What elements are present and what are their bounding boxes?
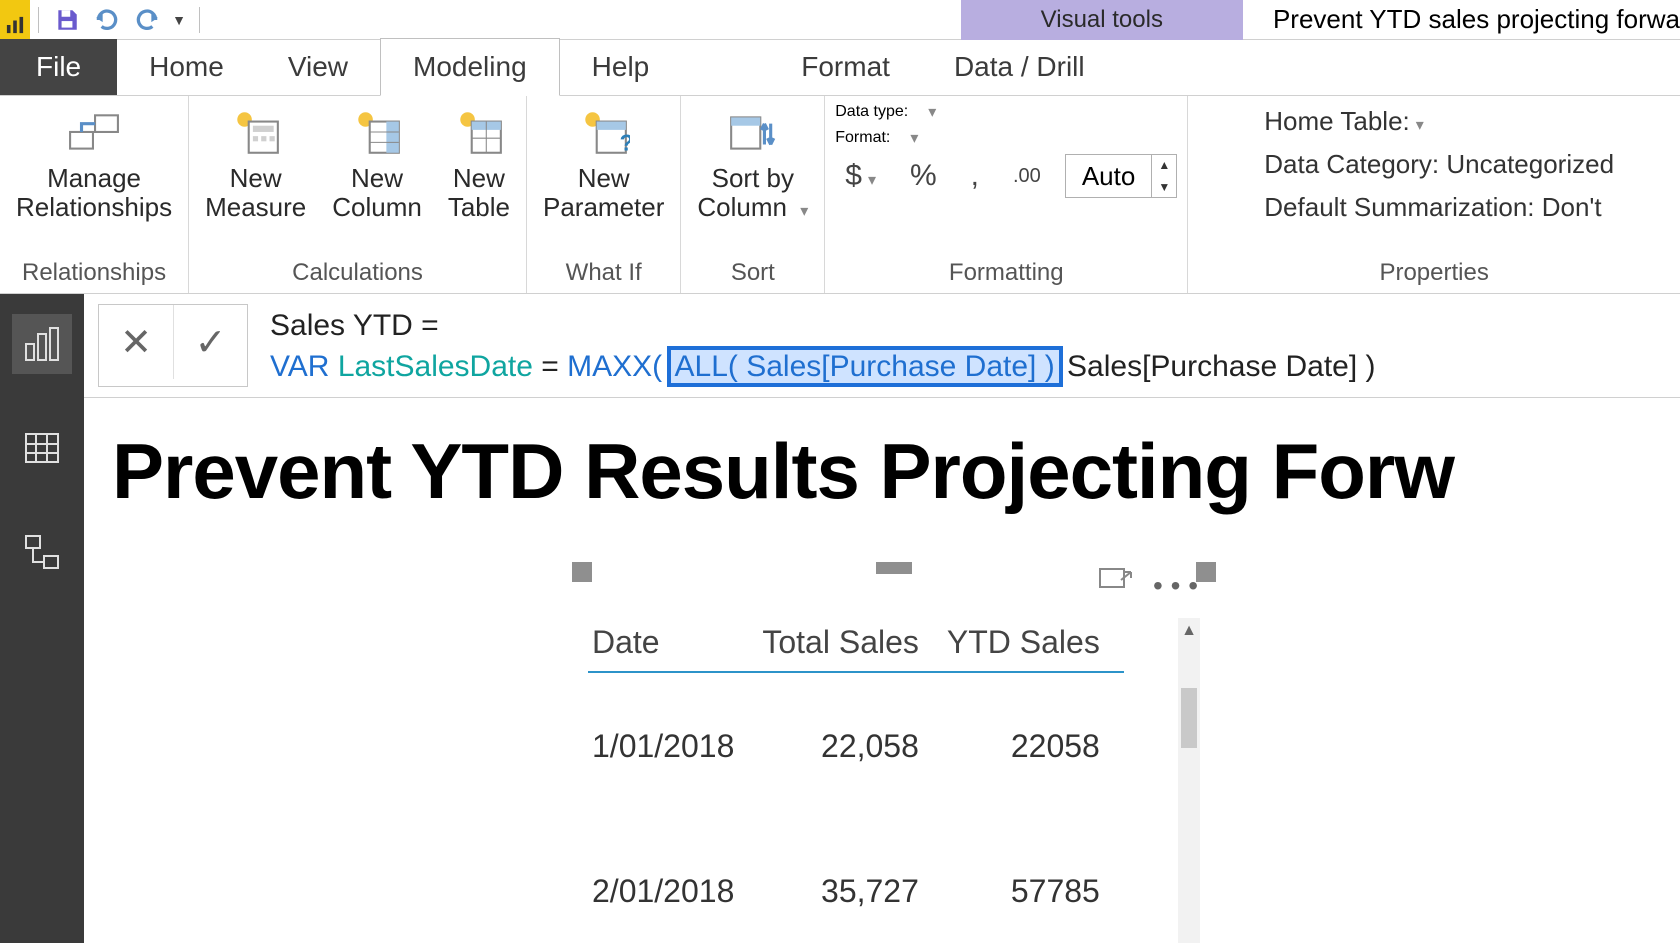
ribbon-tabs: File Home View Modeling Help Format Data… bbox=[0, 40, 1680, 96]
data-type-dropdown[interactable]: Data type: ▾ bbox=[835, 102, 936, 122]
separator bbox=[199, 7, 200, 33]
label: New Table bbox=[448, 164, 510, 221]
manage-relationships-button[interactable]: Manage Relationships bbox=[10, 102, 178, 225]
label: New Column bbox=[332, 164, 422, 221]
contextual-tab-label: Visual tools bbox=[961, 0, 1243, 40]
formula-bar: ✕ ✓ Sales YTD = VAR LastSalesDate = MAXX… bbox=[84, 294, 1680, 398]
chevron-down-icon: ▾ bbox=[910, 128, 918, 148]
label: Manage Relationships bbox=[16, 164, 172, 221]
scroll-thumb[interactable] bbox=[1181, 688, 1197, 748]
report-canvas[interactable]: ✕ ✓ Sales YTD = VAR LastSalesDate = MAXX… bbox=[84, 294, 1680, 943]
svg-text:?: ? bbox=[619, 130, 629, 156]
measure-icon bbox=[226, 106, 286, 160]
formula-cancel-button[interactable]: ✕ bbox=[99, 305, 173, 379]
group-label: What If bbox=[566, 255, 642, 291]
sort-icon bbox=[723, 106, 783, 160]
relationships-icon bbox=[64, 106, 124, 160]
resize-handle[interactable] bbox=[876, 562, 912, 574]
group-properties: Home Table: ▾ Data Category: Uncategorize… bbox=[1188, 96, 1680, 293]
decimal-places-stepper[interactable]: Auto ▲▼ bbox=[1065, 154, 1178, 198]
data-category-dropdown[interactable]: Data Category: Uncategorized bbox=[1264, 149, 1614, 180]
label: Home Table: bbox=[1264, 106, 1410, 136]
column-icon bbox=[347, 106, 407, 160]
spinner-down[interactable]: ▼ bbox=[1152, 176, 1176, 198]
page-title: Prevent YTD Results Projecting Forw bbox=[84, 398, 1680, 517]
formula-line-2: VAR LastSalesDate = MAXX( ALL( Sales[Pur… bbox=[270, 347, 1670, 388]
group-relationships: Manage Relationships Relationships bbox=[0, 96, 189, 293]
tab-help[interactable]: Help bbox=[560, 39, 682, 95]
currency-button[interactable]: $▾ bbox=[835, 159, 886, 193]
decimals-button[interactable]: .00 bbox=[1003, 165, 1051, 188]
separator bbox=[38, 7, 39, 33]
group-whatif: ? New Parameter What If bbox=[527, 96, 681, 293]
tab-modeling[interactable]: Modeling bbox=[380, 38, 560, 96]
group-formatting: Data type:▾ Format:▾ $▾ % , .00 Auto ▲▼ … bbox=[825, 96, 1188, 293]
spinner-up[interactable]: ▲ bbox=[1152, 154, 1176, 176]
tab-data-drill[interactable]: Data / Drill bbox=[922, 39, 1117, 95]
data-table: Date Total Sales YTD Sales 1/01/2018 22,… bbox=[588, 618, 1124, 943]
percent-button[interactable]: % bbox=[900, 159, 947, 193]
focus-mode-button[interactable] bbox=[1099, 568, 1133, 603]
group-sort: Sort by Column ▾ Sort bbox=[681, 96, 825, 293]
sort-by-column-button[interactable]: Sort by Column ▾ bbox=[691, 102, 814, 225]
tab-format[interactable]: Format bbox=[769, 39, 922, 95]
app-icon bbox=[0, 0, 30, 40]
model-view-button[interactable] bbox=[12, 522, 72, 582]
label: New Measure bbox=[205, 164, 306, 221]
formula-highlight: ALL( Sales[Purchase Date] ) bbox=[671, 350, 1059, 383]
group-label: Calculations bbox=[292, 255, 423, 291]
group-calculations: New Measure New Column New Table Calcula… bbox=[189, 96, 527, 293]
quick-access-toolbar: ▼ Visual tools Prevent YTD sales project… bbox=[0, 0, 1680, 40]
table-row[interactable]: 1/01/2018 22,058 22058 bbox=[588, 672, 1124, 819]
table-row[interactable]: 2/01/2018 35,727 57785 bbox=[588, 819, 1124, 943]
group-label: Properties bbox=[1379, 255, 1488, 291]
save-button[interactable] bbox=[47, 0, 87, 40]
new-table-button[interactable]: New Table bbox=[442, 102, 516, 225]
chevron-down-icon: ▾ bbox=[800, 203, 808, 220]
col-header-total-sales[interactable]: Total Sales bbox=[758, 618, 943, 672]
col-header-ytd-sales[interactable]: YTD Sales bbox=[943, 618, 1124, 672]
format-dropdown[interactable]: Format: ▾ bbox=[835, 128, 918, 148]
label: Format: bbox=[835, 129, 890, 147]
label: Sort by Column ▾ bbox=[697, 164, 808, 221]
parameter-icon: ? bbox=[574, 106, 634, 160]
new-column-button[interactable]: New Column bbox=[326, 102, 428, 225]
formula-input[interactable]: Sales YTD = VAR LastSalesDate = MAXX( AL… bbox=[260, 294, 1680, 397]
formula-line-1: Sales YTD = bbox=[270, 306, 1670, 347]
redo-button[interactable] bbox=[127, 0, 167, 40]
resize-handle[interactable] bbox=[572, 562, 592, 582]
thousand-separator-button[interactable]: , bbox=[961, 159, 989, 193]
new-measure-button[interactable]: New Measure bbox=[199, 102, 312, 225]
label: New Parameter bbox=[543, 164, 664, 221]
label: Data type: bbox=[835, 103, 908, 121]
default-summarization-dropdown[interactable]: Default Summarization: Don't bbox=[1264, 192, 1601, 223]
chevron-down-icon: ▾ bbox=[928, 102, 936, 122]
undo-button[interactable] bbox=[87, 0, 127, 40]
document-title: Prevent YTD sales projecting forwa bbox=[1273, 4, 1680, 35]
table-visual[interactable]: • • • Date Total Sales YTD Sales 1/01/20… bbox=[574, 564, 1214, 943]
qat-customize-dropdown[interactable]: ▼ bbox=[167, 0, 191, 40]
data-view-button[interactable] bbox=[12, 418, 72, 478]
report-view-button[interactable] bbox=[12, 314, 72, 374]
col-header-date[interactable]: Date bbox=[588, 618, 758, 672]
ribbon: Manage Relationships Relationships New M… bbox=[0, 96, 1680, 294]
value: Auto bbox=[1066, 161, 1152, 192]
scrollbar[interactable]: ▲ bbox=[1178, 618, 1200, 943]
tab-view[interactable]: View bbox=[256, 39, 380, 95]
resize-handle[interactable] bbox=[1196, 562, 1216, 582]
group-label: Relationships bbox=[22, 255, 166, 291]
new-parameter-button[interactable]: ? New Parameter bbox=[537, 102, 670, 225]
group-label: Sort bbox=[731, 255, 775, 291]
view-rail bbox=[0, 294, 84, 943]
chevron-down-icon: ▾ bbox=[1416, 117, 1424, 134]
more-options-button[interactable]: • • • bbox=[1153, 570, 1198, 602]
tab-file[interactable]: File bbox=[0, 39, 117, 95]
group-label: Formatting bbox=[949, 255, 1064, 291]
scroll-up-button[interactable]: ▲ bbox=[1178, 618, 1200, 644]
table-icon bbox=[449, 106, 509, 160]
tab-home[interactable]: Home bbox=[117, 39, 256, 95]
workspace: ✕ ✓ Sales YTD = VAR LastSalesDate = MAXX… bbox=[0, 294, 1680, 943]
formula-commit-button[interactable]: ✓ bbox=[173, 305, 247, 379]
home-table-dropdown[interactable]: Home Table: ▾ bbox=[1264, 106, 1424, 137]
